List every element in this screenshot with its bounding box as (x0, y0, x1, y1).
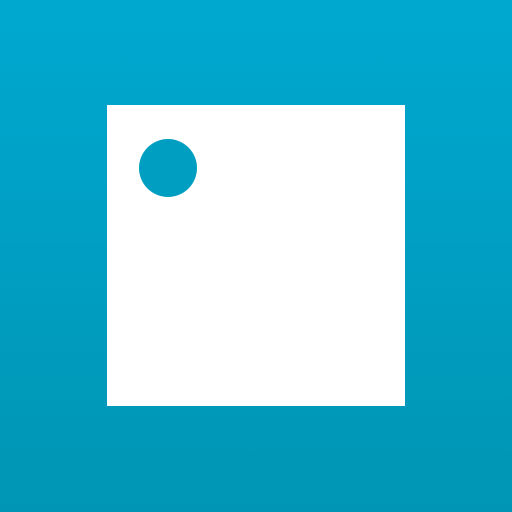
app-icon (0, 0, 512, 512)
white-square-shape (107, 105, 405, 406)
dot-icon (139, 139, 197, 197)
